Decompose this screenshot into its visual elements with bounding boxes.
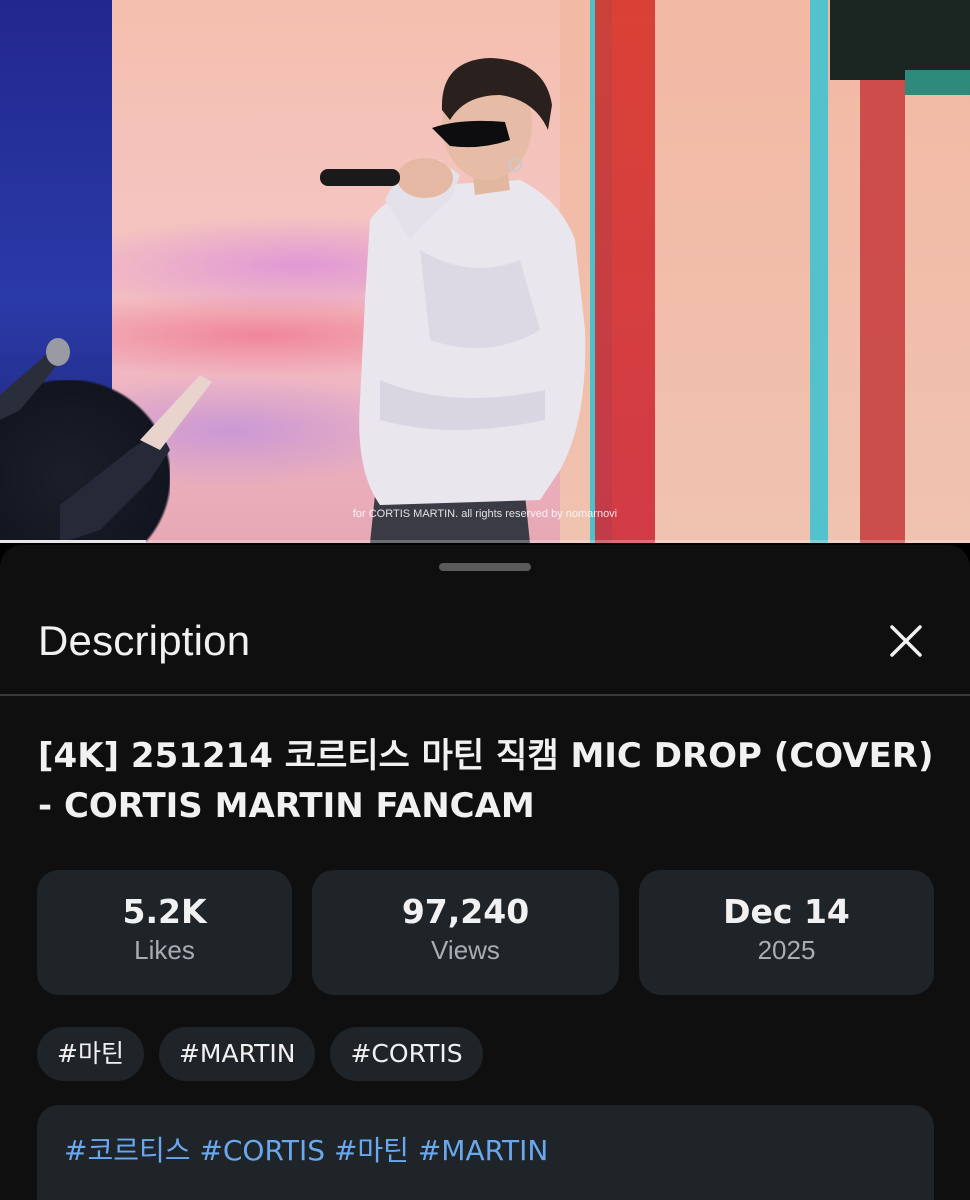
hashtag-link[interactable]: #코르티스	[64, 1134, 191, 1167]
close-button[interactable]	[878, 613, 934, 669]
description-hashtags: #코르티스 #CORTIS #마틴 #MARTIN	[64, 1129, 548, 1169]
performer-figure	[0, 58, 586, 543]
video-player[interactable]: for CORTIS MARTIN. all rights reserved b…	[0, 0, 970, 543]
hashtag-chip[interactable]: #CORTIS	[330, 1027, 483, 1081]
hashtag-link[interactable]: #MARTIN	[418, 1134, 549, 1167]
hashtag-link[interactable]: #마틴	[334, 1134, 409, 1167]
description-sheet: Description [4K] 251214 코르티스 마틴 직캠 MIC D…	[0, 545, 970, 1200]
publish-date: Dec 14	[723, 892, 850, 931]
hashtag-chip[interactable]: #마틴	[37, 1027, 144, 1081]
close-icon	[890, 625, 922, 657]
hashtag-chip[interactable]: #MARTIN	[158, 1027, 316, 1081]
views-stat-card: 97,240 Views	[312, 870, 619, 995]
header-divider	[0, 694, 970, 696]
video-title: [4K] 251214 코르티스 마틴 직캠 MIC DROP (COVER) …	[38, 736, 934, 826]
likes-stat-card[interactable]: 5.2K Likes	[37, 870, 292, 995]
video-progress-bar[interactable]	[0, 540, 970, 543]
sheet-title: Description	[38, 617, 251, 664]
description-body: #코르티스 #CORTIS #마틴 #MARTIN	[37, 1105, 934, 1200]
date-stat-card: Dec 14 2025	[639, 870, 934, 995]
publish-year: 2025	[757, 935, 816, 965]
views-label: Views	[431, 935, 500, 965]
likes-count: 5.2K	[122, 892, 207, 931]
video-progress-fill	[0, 540, 146, 543]
hashtag-link[interactable]: #CORTIS	[199, 1134, 325, 1167]
video-watermark: for CORTIS MARTIN. all rights reserved b…	[352, 508, 618, 520]
likes-label: Likes	[134, 935, 195, 965]
hashtag-chips: #마틴 #MARTIN #CORTIS	[37, 1027, 498, 1081]
sheet-drag-handle[interactable]	[439, 563, 531, 571]
views-count: 97,240	[401, 892, 530, 931]
